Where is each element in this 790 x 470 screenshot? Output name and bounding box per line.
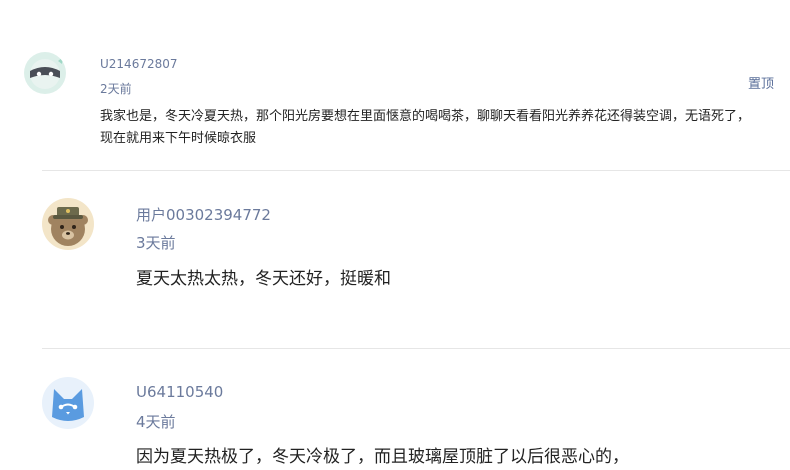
comment-username[interactable]: 用户00302394772 — [136, 204, 271, 225]
comment-text: 夏天太热太热，冬天还好，挺暖和 — [136, 269, 391, 289]
blue-cat-icon — [42, 377, 94, 429]
avatar[interactable] — [24, 52, 66, 94]
divider — [42, 170, 790, 171]
comment-text: 因为夏天热极了，冬天冷极了，而且玻璃屋顶脏了以后很恶心的， — [136, 447, 629, 467]
comment-username[interactable]: U214672807 — [100, 57, 178, 71]
pin-to-top-button[interactable]: 置顶 — [748, 73, 774, 92]
divider — [42, 348, 790, 349]
comment-text: 我家也是，冬天冷夏天热，那个阳光房要想在里面惬意的喝喝茶，聊聊天看看阳光养养花还… — [100, 109, 751, 146]
avatar[interactable] — [42, 377, 94, 429]
comment-time: 4天前 — [136, 413, 176, 431]
bear-with-hat-icon — [42, 198, 94, 250]
masked-face-icon — [24, 52, 66, 94]
comment-time: 2天前 — [100, 82, 132, 96]
avatar[interactable] — [42, 198, 94, 250]
comment-username[interactable]: U64110540 — [136, 383, 223, 401]
comment-time: 3天前 — [136, 234, 176, 252]
